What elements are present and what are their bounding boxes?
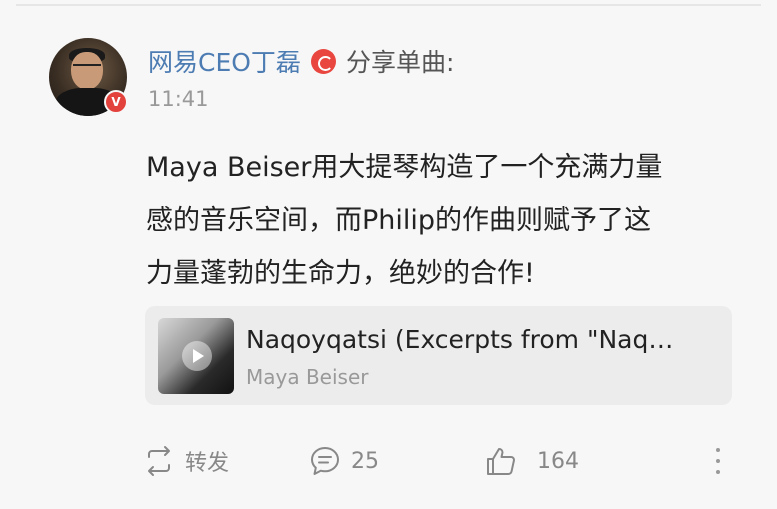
- more-dot: [716, 448, 720, 452]
- more-options-icon[interactable]: [708, 444, 728, 478]
- comment-icon: [311, 447, 339, 475]
- post-time: 11:41: [148, 87, 209, 111]
- comment-button[interactable]: 25: [309, 440, 379, 482]
- post-text-line: Maya Beiser用大提琴构造了一个充满力量: [146, 152, 663, 183]
- action-bar: 转发 25 164: [0, 440, 777, 482]
- play-icon[interactable]: [182, 341, 212, 371]
- like-button[interactable]: 164: [485, 440, 579, 482]
- author-row: 网易CEO丁磊 分享单曲:: [148, 44, 454, 78]
- thumbs-up-icon: [487, 448, 515, 475]
- author-name[interactable]: 网易CEO丁磊: [148, 43, 301, 79]
- repost-label: 转发: [185, 451, 230, 476]
- music-card[interactable]: Naqoyqatsi (Excerpts from "Naq… Maya Bei…: [145, 306, 732, 405]
- avatar-glasses: [73, 64, 101, 71]
- comment-count: 25: [351, 448, 379, 474]
- post-text-line: 力量蓬勃的生命力，绝妙的合作!: [146, 258, 535, 289]
- music-note-icon: [310, 48, 336, 74]
- more-dot: [716, 459, 720, 463]
- repost-icon: [148, 446, 170, 476]
- album-cover: [158, 318, 234, 394]
- avatar-face: [71, 52, 103, 90]
- post-text-line: 感的音乐空间，而Philip的作曲则赋予了这: [146, 205, 652, 236]
- more-dot: [716, 470, 720, 474]
- verified-badge-icon: V: [104, 90, 128, 114]
- track-title: Naqoyqatsi (Excerpts from "Naq…: [246, 325, 674, 354]
- repost-button[interactable]: 转发: [143, 440, 229, 482]
- share-label: 分享单曲:: [345, 48, 455, 77]
- post-card: V 网易CEO丁磊 分享单曲: 11:41 Maya Beiser用大提琴构造了…: [0, 0, 777, 509]
- track-artist: Maya Beiser: [246, 365, 369, 389]
- like-count: 164: [537, 448, 579, 474]
- post-text: Maya Beiser用大提琴构造了一个充满力量 感的音乐空间，而Philip的…: [146, 141, 746, 300]
